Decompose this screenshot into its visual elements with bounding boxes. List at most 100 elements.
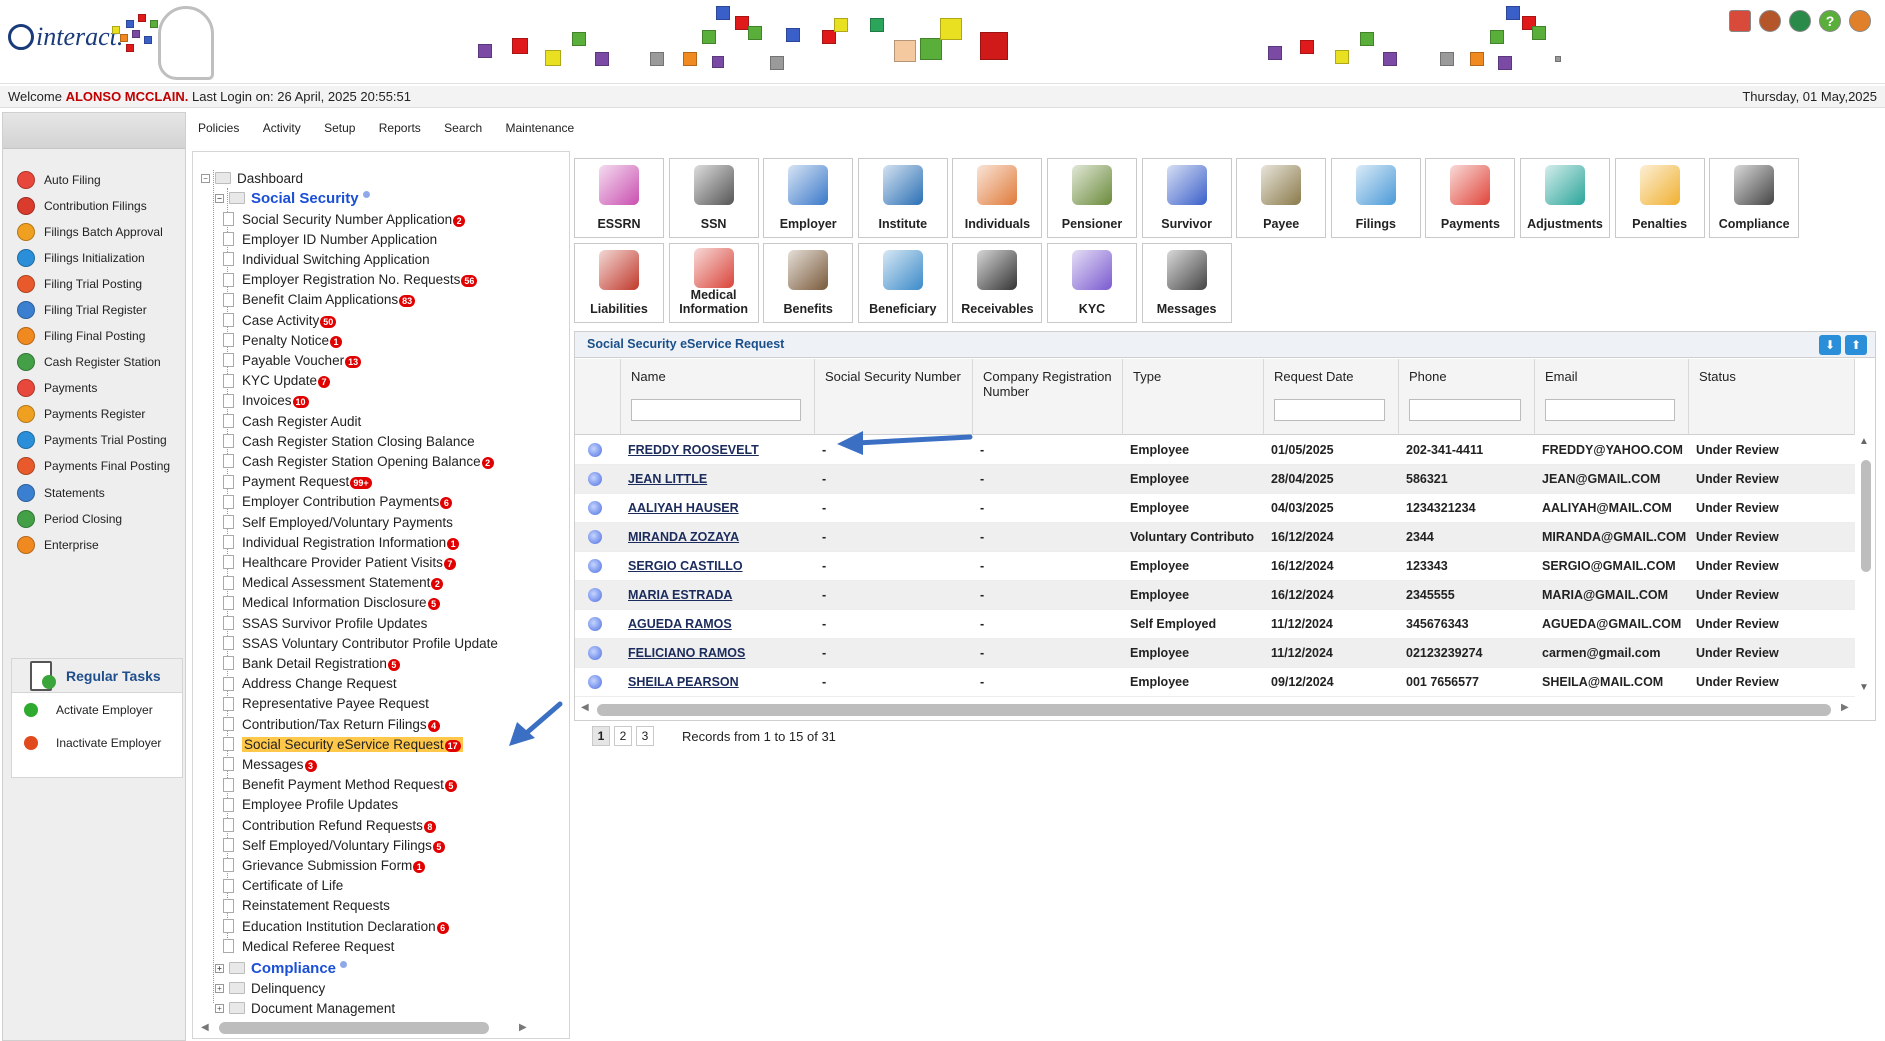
tree-item[interactable]: SSAS Voluntary Contributor Profile Updat… — [223, 634, 498, 652]
tree-item[interactable]: Cash Register Audit — [223, 412, 361, 430]
expand-icon[interactable]: + — [215, 963, 224, 973]
tree-item[interactable]: Cash Register Station Closing Balance — [223, 432, 475, 450]
export-down-button[interactable]: ⬇ — [1819, 335, 1841, 355]
tree-item[interactable]: Benefit Claim Applications 83 — [223, 291, 416, 309]
sidebar-item-auto-filing[interactable]: Auto Filing — [17, 170, 101, 190]
tree-item[interactable]: Address Change Request — [223, 675, 397, 693]
scroll-up-icon[interactable]: ▲ — [1859, 436, 1869, 447]
requester-name-link[interactable]: AALIYAH HAUSER — [621, 494, 815, 523]
row-select-cell[interactable] — [575, 581, 621, 610]
expand-icon[interactable]: + — [215, 983, 224, 993]
tree-item[interactable]: Social Security eService Request 17 — [223, 735, 463, 753]
tree-root[interactable]: − Dashboard — [201, 169, 303, 187]
tile-individuals[interactable]: Individuals — [952, 158, 1043, 238]
requester-name-link[interactable]: MARIA ESTRADA — [621, 581, 815, 610]
sidebar-item-payments-register[interactable]: Payments Register — [17, 404, 145, 424]
grid-header-phone[interactable]: Phone — [1399, 359, 1535, 435]
table-row[interactable]: AALIYAH HAUSER - - Employee 04/03/2025 123432… — [575, 494, 1855, 523]
grid-horizontal-scrollbar[interactable] — [597, 704, 1831, 716]
requester-name-link[interactable]: MIRANDA ZOZAYA — [621, 523, 815, 552]
tree-item[interactable]: Representative Payee Request — [223, 695, 429, 713]
email-filter-input[interactable] — [1545, 399, 1675, 421]
tile-payments[interactable]: Payments — [1425, 158, 1516, 238]
tree-item[interactable]: Payable Voucher 13 — [223, 351, 362, 369]
tile-filings[interactable]: Filings — [1330, 158, 1421, 238]
tree-item[interactable]: Employee Profile Updates — [223, 796, 398, 814]
tile-penalties[interactable]: Penalties — [1614, 158, 1705, 238]
sidebar-item-payments-trial-posting[interactable]: Payments Trial Posting — [17, 430, 167, 450]
grid-header-email[interactable]: Email — [1535, 359, 1689, 435]
tile-benefits[interactable]: Benefits — [763, 243, 854, 323]
tile-pensioner[interactable]: Pensioner — [1047, 158, 1137, 238]
tree-item[interactable]: Medical Assessment Statement 2 — [223, 574, 444, 592]
expand-icon[interactable]: + — [215, 1003, 224, 1013]
tree-item[interactable]: Medical Referee Request — [223, 937, 394, 955]
menu-reports[interactable]: Reports — [379, 121, 421, 135]
sidebar-item-payments[interactable]: Payments — [17, 378, 97, 398]
tile-receivables[interactable]: Receivables — [952, 243, 1043, 323]
grid-header-name[interactable]: Name — [621, 359, 815, 435]
sidebar-item-filings-initialization[interactable]: Filings Initialization — [17, 248, 145, 268]
tree-section-compliance[interactable]: + Compliance — [215, 959, 348, 977]
tile-adjustments[interactable]: Adjustments — [1520, 158, 1610, 238]
sidebar-item-enterprise[interactable]: Enterprise — [17, 535, 99, 555]
sidebar-item-contribution-filings[interactable]: Contribution Filings — [17, 196, 147, 216]
table-row[interactable]: JEAN LITTLE - - Employee 28/04/2025 586321 JEA… — [575, 465, 1855, 494]
tree-item[interactable]: Grievance Submission Form 1 — [223, 856, 426, 874]
sidebar-item-filings-batch-approval[interactable]: Filings Batch Approval — [17, 222, 163, 242]
sidebar-item-filing-trial-register[interactable]: Filing Trial Register — [17, 300, 147, 320]
tile-beneficiary[interactable]: Beneficiary — [857, 243, 948, 323]
tree-item[interactable]: Self Employed/Voluntary Payments — [223, 513, 453, 531]
grid-header-request-date[interactable]: Request Date — [1264, 359, 1399, 435]
app-logo[interactable]: interact. — [8, 6, 214, 80]
tree-item[interactable]: Social Security Number Application 2 — [223, 210, 466, 228]
grid-vertical-scrollbar[interactable]: ▲ ▼ — [1859, 436, 1873, 698]
tile-payee[interactable]: Payee — [1236, 158, 1327, 238]
requester-name-link[interactable]: SERGIO CASTILLO — [621, 552, 815, 581]
requester-name-link[interactable]: AGUEDA RAMOS — [621, 610, 815, 639]
tree-item[interactable]: Contribution/Tax Return Filings 4 — [223, 715, 440, 733]
scroll-right-icon[interactable]: ▶ — [519, 1022, 527, 1033]
menu-setup[interactable]: Setup — [324, 121, 355, 135]
row-select-cell[interactable] — [575, 436, 621, 465]
tree-item[interactable]: Case Activity 50 — [223, 311, 337, 329]
requester-name-link[interactable]: SHEILA PEARSON — [621, 668, 815, 697]
grid-header-company-registration-number[interactable]: Company Registration Number — [973, 359, 1123, 435]
grid-header-social-security-number[interactable]: Social Security Number — [815, 359, 973, 435]
grid-scroll-right-icon[interactable]: ▶ — [1841, 702, 1849, 713]
sidebar-item-filing-trial-posting[interactable]: Filing Trial Posting — [17, 274, 142, 294]
tile-essrn[interactable]: ESSRN — [574, 158, 664, 238]
table-row[interactable]: FELICIANO RAMOS - - Employee 11/12/2024 02123… — [575, 639, 1855, 668]
tile-liabilities[interactable]: Liabilities — [574, 243, 664, 323]
requester-name-link[interactable]: JEAN LITTLE — [621, 465, 815, 494]
collapse-icon[interactable]: − — [215, 193, 224, 203]
tree-item[interactable]: Certificate of Life — [223, 877, 343, 895]
page-2-button[interactable]: 2 — [614, 726, 632, 746]
table-row[interactable]: MARIA ESTRADA - - Employee 16/12/2024 2345555… — [575, 581, 1855, 610]
tree-item[interactable]: Medical Information Disclosure 5 — [223, 594, 440, 612]
tree-item[interactable]: Employer Registration No. Requests 56 — [223, 271, 478, 289]
sidebar-item-cash-register-station[interactable]: Cash Register Station — [17, 352, 161, 372]
grid-scroll-left-icon[interactable]: ◀ — [581, 702, 589, 713]
tree-item[interactable]: Reinstatement Requests — [223, 897, 390, 915]
requester-name-link[interactable]: FREDDY ROOSEVELT — [621, 436, 815, 465]
tree-item[interactable]: Individual Switching Application — [223, 250, 430, 268]
tile-messages[interactable]: Messages — [1141, 243, 1232, 323]
tree-section-social-security[interactable]: − Social Security — [215, 189, 370, 207]
table-row[interactable]: SHEILA PEARSON - - Employee 09/12/2024 001 76… — [575, 668, 1855, 697]
sidebar-item-payments-final-posting[interactable]: Payments Final Posting — [17, 456, 170, 476]
tree-item[interactable]: Self Employed/Voluntary Filings 5 — [223, 836, 445, 854]
request-date-filter-input[interactable] — [1274, 399, 1385, 421]
row-select-cell[interactable] — [575, 465, 621, 494]
menu-policies[interactable]: Policies — [198, 121, 239, 135]
tree-item[interactable]: Education Institution Declaration 6 — [223, 917, 449, 935]
grid-header-status[interactable]: Status — [1689, 359, 1855, 435]
tile-employer[interactable]: Employer — [763, 158, 854, 238]
sidebar-item-period-closing[interactable]: Period Closing — [17, 509, 122, 529]
refresh-icon[interactable] — [1789, 10, 1811, 32]
tree-item[interactable]: Employer Contribution Payments 6 — [223, 493, 453, 511]
tree-item[interactable]: Payment Request 99+ — [223, 473, 372, 491]
row-select-cell[interactable] — [575, 610, 621, 639]
task-activate-employer[interactable]: Activate Employer — [24, 703, 153, 717]
tree-item[interactable]: Bank Detail Registration 5 — [223, 654, 400, 672]
